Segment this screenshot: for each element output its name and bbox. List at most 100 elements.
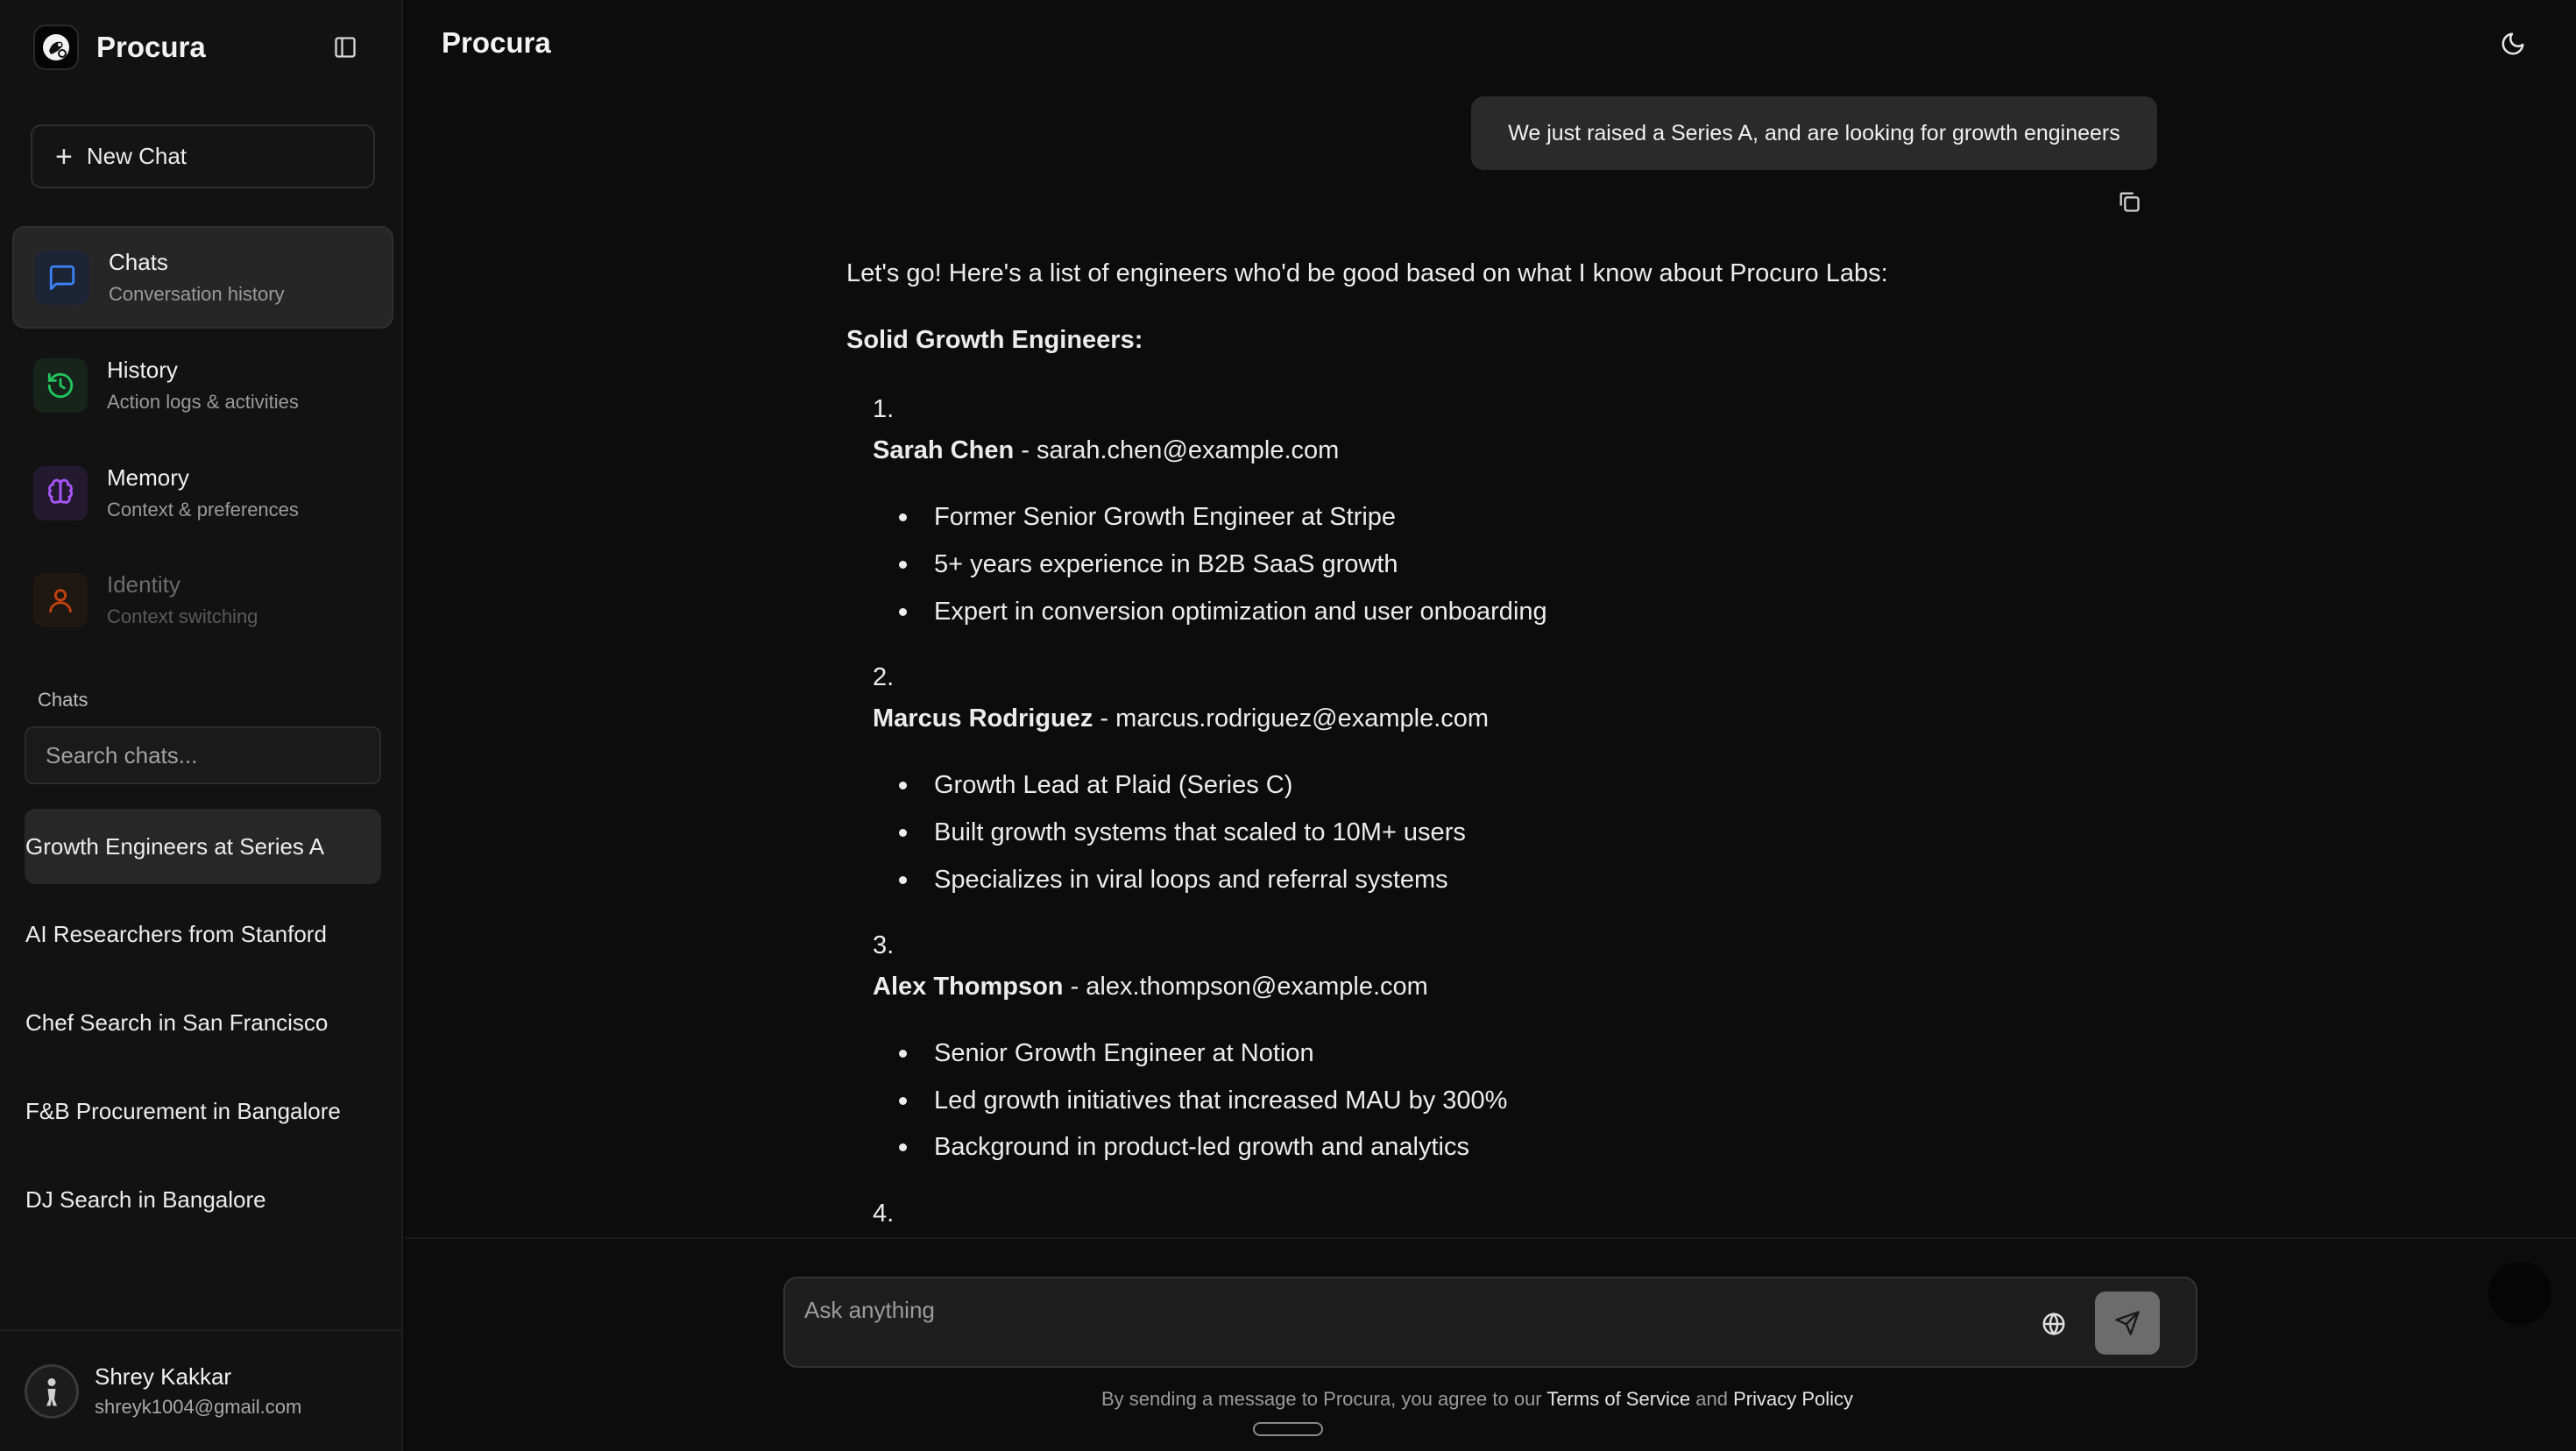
user-email: shreyk1004@gmail.com xyxy=(95,1396,302,1418)
user-profile[interactable]: Shrey Kakkar shreyk1004@gmail.com xyxy=(0,1329,403,1451)
chat-item[interactable]: F&B Procurement in Bangalore xyxy=(25,1073,381,1149)
chats-section-label: Chats xyxy=(38,689,88,711)
chat-item-label: F&B Procurement in Bangalore xyxy=(25,1097,341,1124)
moon-icon[interactable] xyxy=(2495,26,2530,61)
nav-item-identity[interactable]: Identity Context switching xyxy=(12,549,393,651)
candidate-number: 4. xyxy=(873,1200,895,1228)
nav-item-title: Identity xyxy=(107,570,180,598)
scroll-indicator[interactable] xyxy=(1253,1422,1323,1436)
list-item-text: Expert in conversion optimization and us… xyxy=(934,598,1547,626)
list-item: 5+ years experience in B2B SaaS growth xyxy=(899,550,1398,579)
sidebar: Procura + New Chat Chats Conversation hi… xyxy=(0,0,403,1451)
list-item: Built growth systems that scaled to 10M+… xyxy=(899,818,1466,847)
candidate-header: Sarah Chen - sarah.chen@example.com xyxy=(873,436,1340,464)
list-item-text: Growth Lead at Plaid (Series C) xyxy=(934,771,1293,799)
new-chat-button[interactable]: + New Chat xyxy=(31,124,375,188)
chat-item-label: Chef Search in San Francisco xyxy=(25,1009,329,1036)
nav-item-title: History xyxy=(107,356,178,383)
list-item: Background in product-led growth and ana… xyxy=(899,1133,1469,1162)
list-item-text: Senior Growth Engineer at Notion xyxy=(934,1039,1314,1067)
main-panel: Procura We just raised a Series A, and a… xyxy=(405,0,2576,1451)
nav-item-chats[interactable]: Chats Conversation history xyxy=(12,226,393,329)
nav-item-history[interactable]: History Action logs & activities xyxy=(12,334,393,436)
candidate-name: Marcus Rodriguez xyxy=(873,704,1093,733)
list-item: Expert in conversion optimization and us… xyxy=(899,598,1547,626)
nav-item-memory[interactable]: Memory Context & preferences xyxy=(12,442,393,544)
nav-item-subtitle: Conversation history xyxy=(109,283,285,306)
legal-notice: By sending a message to Procura, you agr… xyxy=(1101,1388,1853,1411)
candidate-email[interactable]: sarah.chen@example.com xyxy=(1037,436,1339,464)
nav-item-title: Memory xyxy=(107,464,189,491)
answer-intro: Let's go! Here's a list of engineers who… xyxy=(846,259,1888,287)
page-title: Procura xyxy=(442,26,551,59)
bullet-icon xyxy=(899,1097,907,1105)
list-item: Senior Growth Engineer at Notion xyxy=(899,1039,1314,1068)
list-item: Former Senior Growth Engineer at Stripe xyxy=(899,503,1396,532)
list-item-text: Specializes in viral loops and referral … xyxy=(934,866,1448,894)
list-item: Led growth initiatives that increased MA… xyxy=(899,1086,1507,1115)
brand[interactable]: Procura xyxy=(33,23,206,72)
list-item-text: 5+ years experience in B2B SaaS growth xyxy=(934,550,1398,578)
list-item-text: Former Senior Growth Engineer at Stripe xyxy=(934,503,1397,531)
bullet-icon xyxy=(899,608,907,616)
candidate-email[interactable]: alex.thompson@example.com xyxy=(1086,973,1428,1001)
copy-icon[interactable] xyxy=(2113,186,2145,217)
search-chats-input[interactable] xyxy=(25,726,381,784)
nav-item-subtitle: Context & preferences xyxy=(107,499,299,521)
new-chat-label: New Chat xyxy=(86,143,188,169)
history-icon xyxy=(33,357,88,413)
bullet-icon xyxy=(899,782,907,789)
candidate-name: Alex Thompson xyxy=(873,973,1064,1001)
user-icon xyxy=(33,572,88,627)
candidate-header: Marcus Rodriguez - marcus.rodriguez@exam… xyxy=(873,704,1490,733)
privacy-link[interactable]: Privacy Policy xyxy=(1733,1388,1853,1410)
answer-heading: Solid Growth Engineers: xyxy=(846,326,1143,354)
candidate-name: Sarah Chen xyxy=(873,436,1015,464)
nav-item-title: Chats xyxy=(109,248,168,275)
sidebar-toggle-icon[interactable] xyxy=(329,32,361,63)
divider xyxy=(405,1237,2576,1239)
nav-item-subtitle: Context switching xyxy=(107,605,258,628)
candidate-header: Alex Thompson - alex.thompson@example.co… xyxy=(873,973,1428,1001)
bullet-icon xyxy=(899,829,907,837)
chat-item-label: DJ Search in Bangalore xyxy=(25,1186,266,1213)
procura-logo-icon xyxy=(33,25,79,70)
chat-item[interactable]: Chef Search in San Francisco xyxy=(25,985,381,1060)
nav-item-subtitle: Action logs & activities xyxy=(107,391,299,414)
avatar xyxy=(25,1363,79,1419)
list-item-text: Led growth initiatives that increased MA… xyxy=(934,1086,1508,1115)
bullet-icon xyxy=(899,1050,907,1058)
floating-action-button[interactable] xyxy=(2488,1262,2551,1325)
list-item: Specializes in viral loops and referral … xyxy=(899,866,1448,895)
message-input[interactable] xyxy=(804,1292,2031,1327)
bullet-icon xyxy=(899,876,907,884)
list-item-text: Background in product-led growth and ana… xyxy=(934,1133,1469,1161)
legal-text: and xyxy=(1690,1388,1734,1410)
candidate-number: 1. xyxy=(873,395,895,423)
bullet-icon xyxy=(899,561,907,569)
brand-name: Procura xyxy=(96,31,206,63)
chat-item[interactable]: DJ Search in Bangalore xyxy=(25,1162,381,1237)
bullet-icon xyxy=(899,1143,907,1151)
chat-item-label: Growth Engineers at Series A xyxy=(25,832,325,860)
send-icon xyxy=(2115,1311,2140,1335)
composer xyxy=(783,1277,2197,1368)
chat-item[interactable]: AI Researchers from Stanford xyxy=(25,896,381,972)
chat-item-label: AI Researchers from Stanford xyxy=(25,920,327,947)
candidate-email[interactable]: marcus.rodriguez@example.com xyxy=(1115,704,1489,733)
legal-text: By sending a message to Procura, you agr… xyxy=(1101,1388,1547,1410)
user-message: We just raised a Series A, and are looki… xyxy=(1471,96,2157,170)
user-message-text: We just raised a Series A, and are looki… xyxy=(1508,120,2120,145)
plus-icon: + xyxy=(55,139,73,173)
terms-link[interactable]: Terms of Service xyxy=(1546,1388,1690,1410)
user-name: Shrey Kakkar xyxy=(95,1363,232,1390)
brain-icon xyxy=(33,465,88,520)
candidate-number: 3. xyxy=(873,931,895,959)
chat-item[interactable]: Growth Engineers at Series A xyxy=(25,809,381,884)
candidate-number: 2. xyxy=(873,663,895,691)
list-item: Growth Lead at Plaid (Series C) xyxy=(899,771,1292,800)
list-item-text: Built growth systems that scaled to 10M+… xyxy=(934,818,1466,846)
message-square-icon xyxy=(35,250,89,305)
send-button[interactable] xyxy=(2095,1292,2160,1355)
globe-icon[interactable] xyxy=(2036,1306,2071,1341)
